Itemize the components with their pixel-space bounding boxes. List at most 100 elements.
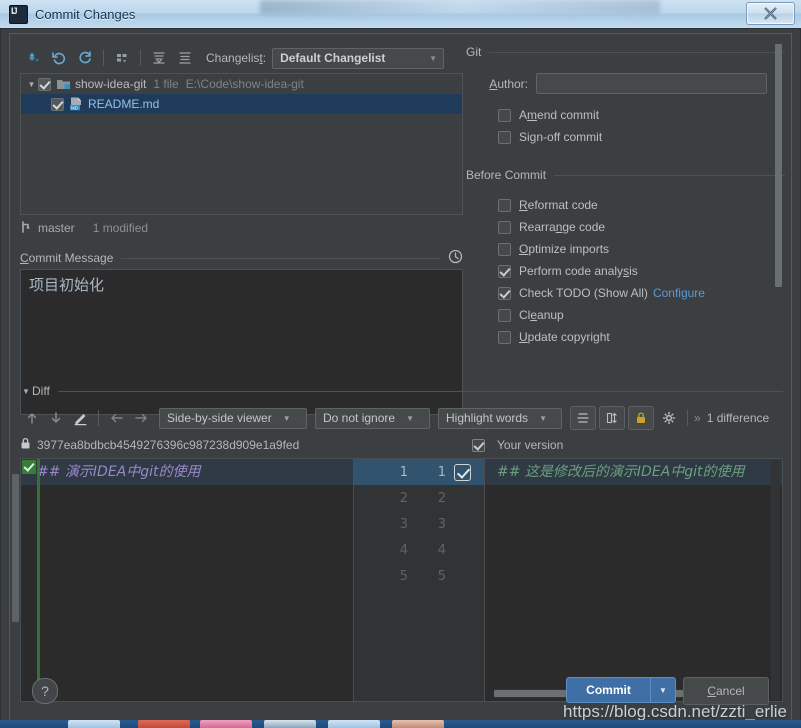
top-section: Changelist: Default Changelist ▼ ▼ <box>10 34 791 381</box>
tree-row-module[interactable]: ▼ show-idea-git 1 file E:\Code\show-idea… <box>21 74 462 94</box>
before-commit-group-title: Before Commit <box>466 168 546 182</box>
options-scrollbar-thumb[interactable] <box>775 44 782 287</box>
option-reformat-code[interactable]: Reformat code <box>498 194 785 216</box>
viewer-mode-value: Side-by-side viewer <box>160 411 279 425</box>
taskbar-item-3[interactable] <box>200 720 252 728</box>
rearrange-code-checkbox[interactable] <box>498 221 511 234</box>
help-button[interactable]: ? <box>32 678 58 704</box>
edit-source-icon[interactable] <box>68 407 92 429</box>
diff-left-line-2 <box>21 485 353 511</box>
viewer-mode-dropdown[interactable]: Side-by-side viewer ▼ <box>159 408 307 429</box>
chevron-down-icon[interactable]: ▼ <box>651 686 675 695</box>
windows-taskbar <box>0 720 801 728</box>
author-field[interactable] <box>536 73 767 94</box>
taskbar-item-4[interactable] <box>264 720 316 728</box>
diff-collapse-triangle-icon[interactable]: ▼ <box>20 387 32 396</box>
taskbar-item-1[interactable] <box>68 720 120 728</box>
cleanup-checkbox[interactable] <box>498 309 511 322</box>
window-title: Commit Changes <box>35 7 135 22</box>
option-check-todo[interactable]: Check TODO (Show All) Configure <box>498 282 785 304</box>
apply-left-icon[interactable] <box>105 407 129 429</box>
reformat-code-checkbox[interactable] <box>498 199 511 212</box>
svg-text:MD: MD <box>71 105 78 110</box>
taskbar-item-2[interactable] <box>138 720 190 728</box>
tree-row-file[interactable]: MD README.md <box>21 94 462 114</box>
perform-code-analysis-checkbox[interactable] <box>498 265 511 278</box>
diff-right-line-1: ## 这是修改后的演示IDEA中git的使用 <box>485 459 782 485</box>
read-only-lock-icon[interactable] <box>628 406 654 430</box>
diff-toolbar-divider-2 <box>687 410 688 426</box>
collapse-all-icon[interactable] <box>172 46 198 70</box>
left-edge-scrollbar-thumb[interactable] <box>12 474 19 622</box>
reformat-code-label: Reformat code <box>519 198 598 212</box>
option-update-copyright[interactable]: Update copyright <box>498 326 785 348</box>
optimize-imports-label: Optimize imports <box>519 242 609 256</box>
before-commit-group-header: Before Commit <box>466 168 785 182</box>
expand-triangle-icon[interactable]: ▼ <box>25 80 38 89</box>
taskbar-item-6[interactable] <box>392 720 444 728</box>
diff-left-line-4 <box>21 537 353 563</box>
cancel-button[interactable]: Cancel <box>683 677 769 705</box>
revert-icon[interactable] <box>46 46 72 70</box>
diff-left-line-3 <box>21 511 353 537</box>
gutter-right-lineno-3: 3 <box>408 517 446 532</box>
apply-right-icon[interactable] <box>129 407 153 429</box>
option-rearrange-code[interactable]: Rearrange code <box>498 216 785 238</box>
option-signoff-commit[interactable]: Sign-off commit <box>498 126 785 148</box>
diff-revision-bar: 3977ea8bdbcb4549276396c987238d909e1a9fed… <box>20 434 783 456</box>
ignore-mode-value: Do not ignore <box>316 411 402 425</box>
diff-header-rule <box>58 391 783 392</box>
option-amend-commit[interactable]: Amend commit <box>498 104 785 126</box>
check-todo-label: Check TODO (Show All) <box>519 286 648 300</box>
gutter-right-lineno-1: 1 <box>408 465 446 480</box>
ignore-mode-dropdown[interactable]: Do not ignore ▼ <box>315 408 430 429</box>
close-icon[interactable] <box>746 2 795 25</box>
show-diff-icon[interactable] <box>20 46 46 70</box>
gutter-right-lineno-2: 2 <box>408 491 446 506</box>
synchronize-scroll-icon[interactable] <box>599 406 625 430</box>
optimize-imports-checkbox[interactable] <box>498 243 511 256</box>
your-version-label: Your version <box>497 438 563 452</box>
option-optimize-imports[interactable]: Optimize imports <box>498 238 785 260</box>
taskbar-item-5[interactable] <box>328 720 380 728</box>
tree-module-filecount: 1 file <box>153 77 178 91</box>
commit-button[interactable]: Commit ▼ <box>566 677 676 703</box>
group-by-icon[interactable] <box>109 46 135 70</box>
chevrons-right-icon[interactable]: » <box>694 411 701 425</box>
tree-checkbox-module[interactable] <box>38 78 51 91</box>
highlight-mode-dropdown[interactable]: Highlight words ▼ <box>438 408 562 429</box>
cleanup-label: Cleanup <box>519 308 564 322</box>
update-copyright-checkbox[interactable] <box>498 331 511 344</box>
gutter-right-lineno-5: 5 <box>408 569 446 584</box>
diff-settings-gear-icon[interactable] <box>657 407 681 429</box>
your-version-checkbox[interactable] <box>472 439 485 452</box>
signoff-commit-label: Sign-off commit <box>519 130 602 144</box>
previous-difference-icon[interactable] <box>20 407 44 429</box>
option-cleanup[interactable]: Cleanup <box>498 304 785 326</box>
accept-change-checkbox[interactable] <box>454 464 471 481</box>
cancel-button-label: Cancel <box>707 684 744 698</box>
expand-all-icon[interactable] <box>146 46 172 70</box>
next-difference-icon[interactable] <box>44 407 68 429</box>
changes-pane: Changelist: Default Changelist ▼ ▼ <box>20 38 463 381</box>
amend-commit-checkbox[interactable] <box>498 109 511 122</box>
toolbar-divider <box>103 50 104 66</box>
changes-tree[interactable]: ▼ show-idea-git 1 file E:\Code\show-idea… <box>20 73 463 215</box>
gutter-row-4: 4 4 <box>354 537 484 563</box>
diff-right-vertical-scrollbar[interactable] <box>771 460 780 700</box>
changelist-dropdown[interactable]: Default Changelist ▼ <box>272 48 444 69</box>
configure-link[interactable]: Configure <box>653 286 705 300</box>
collapse-unchanged-icon[interactable] <box>570 406 596 430</box>
tree-file-name: README.md <box>88 97 159 111</box>
tree-checkbox-file[interactable] <box>51 98 64 111</box>
options-vertical-scrollbar[interactable] <box>774 44 783 302</box>
signoff-commit-checkbox[interactable] <box>498 131 511 144</box>
changelist-label: Changelist: <box>206 51 266 65</box>
clock-history-icon[interactable] <box>448 249 463 267</box>
window-titlebar: Commit Changes <box>0 0 801 29</box>
chevron-down-icon: ▼ <box>423 54 443 63</box>
refresh-icon[interactable] <box>72 46 98 70</box>
check-todo-checkbox[interactable] <box>498 287 511 300</box>
option-perform-code-analysis[interactable]: Perform code analysis <box>498 260 785 282</box>
diff-section-header[interactable]: ▼ Diff <box>20 384 783 398</box>
